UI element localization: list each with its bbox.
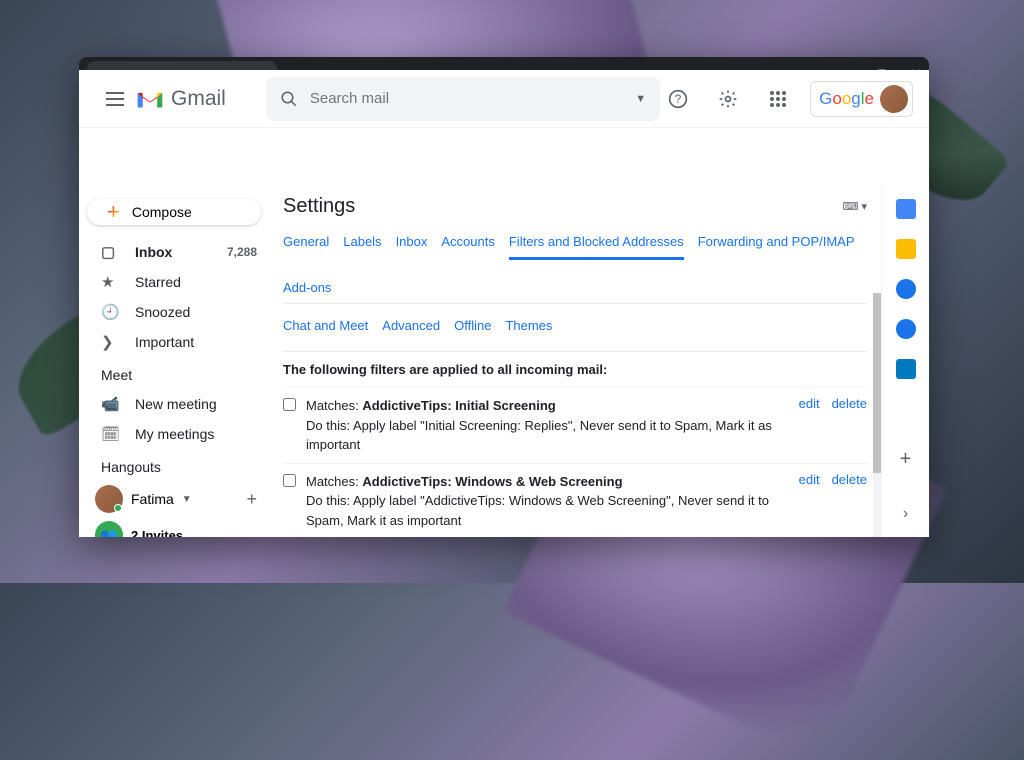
settings-tabs-row-2: Chat and Meet Advanced Offline Themes <box>283 304 867 352</box>
tasks-addon-icon[interactable] <box>896 279 916 299</box>
sidebar-item-important[interactable]: ❯ Important <box>79 327 269 357</box>
hangouts-avatar <box>95 485 123 513</box>
nav-icon: 🕘 <box>101 303 119 321</box>
nav-label: Important <box>135 334 194 350</box>
filter-delete-link[interactable]: delete <box>832 396 867 411</box>
support-icon[interactable]: ? <box>660 81 696 117</box>
gmail-sidebar: + Compose ▢ Inbox 7,288 ★ Starred 🕘 Snoozed ❯ Im… <box>79 185 269 537</box>
settings-tab-inbox[interactable]: Inbox <box>396 228 428 260</box>
filters-list: Matches: AddictiveTips: Initial Screenin… <box>283 387 867 537</box>
filter-checkbox[interactable] <box>283 474 296 487</box>
filter-delete-link[interactable]: delete <box>832 472 867 487</box>
scrollbar[interactable] <box>873 293 881 537</box>
filter-row: Matches: AddictiveTips: Windows & Web Sc… <box>283 463 867 538</box>
filter-edit-link[interactable]: edit <box>799 472 820 487</box>
compose-button[interactable]: + Compose <box>87 199 261 225</box>
hangouts-user-row[interactable]: Fatima ▼ + <box>79 481 269 517</box>
plus-icon: + <box>107 199 120 225</box>
account-avatar <box>880 85 908 113</box>
google-word: Google <box>819 89 874 109</box>
main-menu-icon[interactable] <box>95 79 135 119</box>
settings-tab-add-ons[interactable]: Add-ons <box>283 274 331 303</box>
meet-icon: 📹 <box>101 395 119 413</box>
sidebar-item-starred[interactable]: ★ Starred <box>79 267 269 297</box>
nav-label: Inbox <box>135 244 172 260</box>
settings-tab-accounts[interactable]: Accounts <box>441 228 494 260</box>
keep-addon-icon[interactable] <box>896 239 916 259</box>
settings-gear-icon[interactable] <box>710 81 746 117</box>
settings-tab-forwarding-and-pop-imap[interactable]: Forwarding and POP/IMAP <box>698 228 855 260</box>
filter-checkbox[interactable] <box>283 398 296 411</box>
nav-count: 7,288 <box>227 245 257 259</box>
filter-description: Matches: AddictiveTips: Initial Screenin… <box>306 396 789 455</box>
meet-label: New meeting <box>135 396 217 412</box>
contacts-addon-icon[interactable] <box>896 319 916 339</box>
settings-panel: Settings ⌨ ▾ General Labels Inbox Accounts F… <box>269 185 881 537</box>
svg-text:?: ? <box>675 93 682 106</box>
settings-tab-labels[interactable]: Labels <box>343 228 381 260</box>
gmail-m-icon <box>135 88 165 110</box>
settings-tab-advanced[interactable]: Advanced <box>382 312 440 341</box>
hangouts-new-icon[interactable]: + <box>246 489 257 510</box>
nav-label: Starred <box>135 274 181 290</box>
settings-tabs-row-1: General Labels Inbox Accounts Filters and Bl… <box>283 228 867 304</box>
settings-tab-general[interactable]: General <box>283 228 329 260</box>
collapse-panel-icon[interactable]: › <box>903 505 908 523</box>
google-account-button[interactable]: Google <box>810 81 913 117</box>
hangouts-user-name: Fatima <box>131 491 174 507</box>
meet-item-new-meeting[interactable]: 📹 New meeting <box>79 389 269 419</box>
meet-icon: 🗓 <box>101 425 119 443</box>
gmail-logo[interactable]: Gmail <box>135 87 226 111</box>
apps-grid-icon[interactable] <box>760 81 796 117</box>
meet-label: My meetings <box>135 426 214 442</box>
settings-title: Settings <box>283 195 355 218</box>
calendar-addon-icon[interactable] <box>896 199 916 219</box>
browser-window: Settings - fatima@addictivetips.c… × + —… <box>79 57 929 537</box>
trello-addon-icon[interactable] <box>896 359 916 379</box>
settings-tab-filters-and-blocked-addresses[interactable]: Filters and Blocked Addresses <box>509 228 684 260</box>
add-addon-button[interactable]: + <box>900 448 912 471</box>
search-options-icon[interactable]: ▼ <box>635 93 646 105</box>
settings-tab-themes[interactable]: Themes <box>505 312 552 341</box>
settings-tab-offline[interactable]: Offline <box>454 312 491 341</box>
gmail-product-name: Gmail <box>171 87 226 111</box>
search-box[interactable]: ▼ <box>266 77 660 121</box>
search-icon <box>280 90 298 108</box>
chevron-down-icon: ▼ <box>182 494 192 505</box>
filter-edit-link[interactable]: edit <box>799 396 820 411</box>
invites-icon: 👥 <box>95 521 123 537</box>
filters-intro-text: The following filters are applied to all… <box>283 352 867 387</box>
hangouts-invites-row[interactable]: 👥 2 Invites <box>79 517 269 537</box>
input-tools-toggle[interactable]: ⌨ ▾ <box>843 200 867 213</box>
invites-label: 2 Invites <box>131 528 183 538</box>
sidebar-item-inbox[interactable]: ▢ Inbox 7,288 <box>79 237 269 267</box>
sidebar-item-snoozed[interactable]: 🕘 Snoozed <box>79 297 269 327</box>
side-panel: + › <box>881 185 929 537</box>
nav-icon: ★ <box>101 273 119 291</box>
nav-icon: ▢ <box>101 243 119 261</box>
gmail-header: Gmail ▼ ? Google <box>79 70 929 128</box>
settings-tab-chat-and-meet[interactable]: Chat and Meet <box>283 312 368 341</box>
meet-item-my-meetings[interactable]: 🗓 My meetings <box>79 419 269 449</box>
nav-label: Snoozed <box>135 304 190 320</box>
nav-icon: ❯ <box>101 333 119 351</box>
compose-label: Compose <box>132 204 192 220</box>
hangouts-section-label: Hangouts <box>79 449 269 481</box>
filter-description: Matches: AddictiveTips: Windows & Web Sc… <box>306 472 789 531</box>
filter-row: Matches: AddictiveTips: Initial Screenin… <box>283 387 867 463</box>
search-input[interactable] <box>310 90 623 107</box>
meet-section-label: Meet <box>79 357 269 389</box>
